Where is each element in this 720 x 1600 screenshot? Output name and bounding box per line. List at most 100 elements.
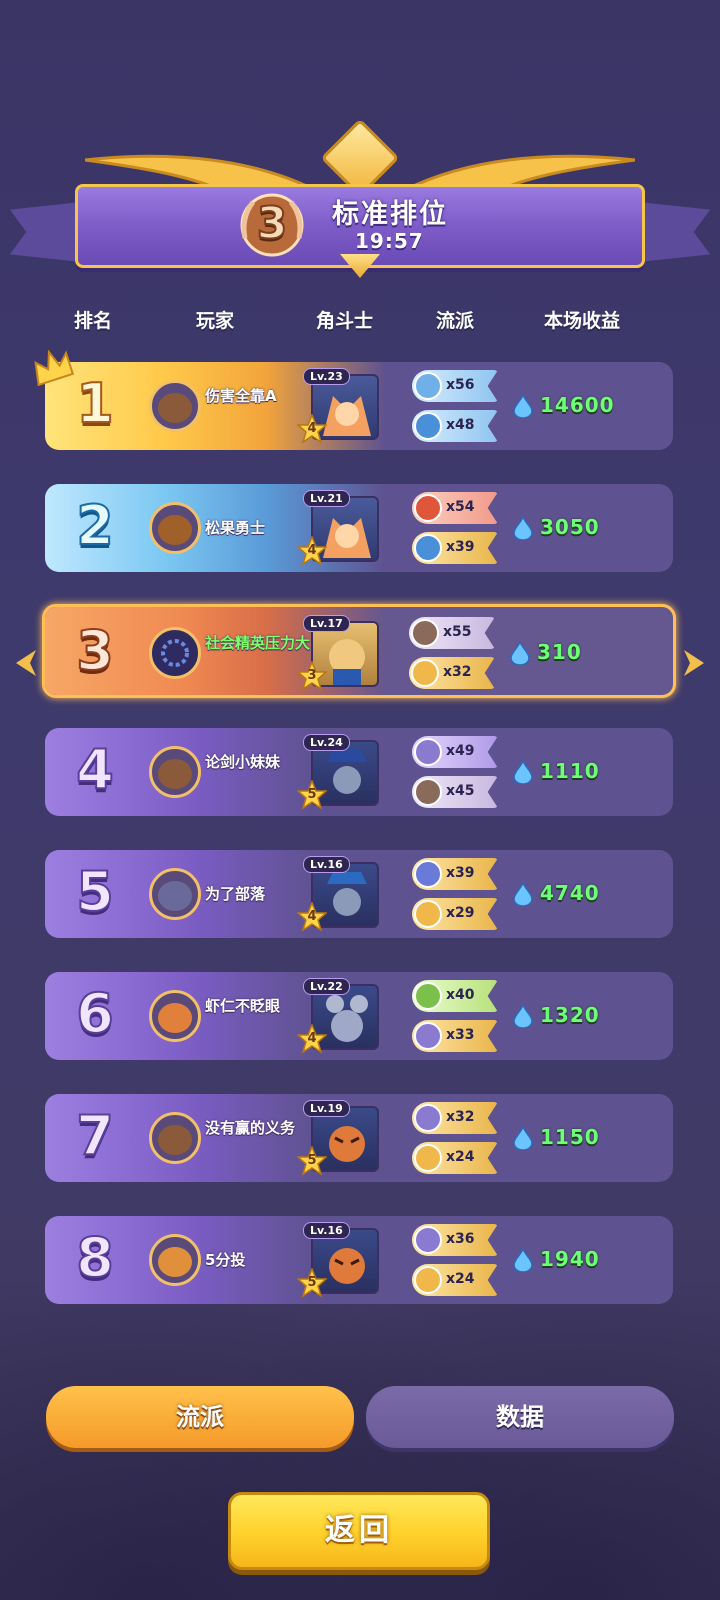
player-name: 社会精英压力大 — [205, 634, 311, 652]
banner-rank-number: 3 — [256, 197, 289, 250]
level-tag: Lv.16 — [303, 1222, 350, 1239]
heart-icon — [414, 1266, 442, 1294]
school-badge[interactable]: x45 — [412, 776, 498, 808]
star-rank-icon: 5 — [296, 1266, 328, 1298]
player-name: 为了部落 — [205, 885, 266, 903]
earnings-value: 1940 — [540, 1247, 600, 1271]
gladiator-card[interactable]: Lv.21 4 — [296, 490, 379, 568]
school-badge[interactable]: x33 — [412, 1020, 498, 1052]
school-count: x48 — [446, 417, 475, 433]
school-badge[interactable]: x55 — [409, 617, 495, 649]
rank-number: 4 — [75, 737, 115, 802]
header-player: 玩家 — [196, 310, 235, 332]
school-badge[interactable]: x32 — [409, 657, 495, 689]
ranking-row-self[interactable]: 3 社会精英压力大 Lv.17 3 x55 x32 310 — [42, 604, 676, 698]
school-badge[interactable]: x24 — [412, 1264, 498, 1296]
school-badge[interactable]: x36 — [412, 1224, 498, 1256]
header-rank: 排名 — [74, 310, 113, 332]
gladiator-card[interactable]: Lv.19 5 — [296, 1100, 379, 1178]
ranking-row[interactable]: 5 为了部落 Lv.16 4 x39 x29 4740 — [45, 850, 673, 938]
rank-number: 2 — [75, 493, 115, 558]
player-name: 论剑小妹妹 — [205, 753, 281, 771]
school-badge[interactable]: x40 — [412, 980, 498, 1012]
sword-icon — [414, 1104, 442, 1132]
gladiator-card[interactable]: Lv.16 5 — [296, 1222, 379, 1300]
school-badge[interactable]: x54 — [412, 492, 498, 524]
star-count: 4 — [307, 421, 317, 436]
gladiator-card[interactable]: Lv.23 4 — [296, 368, 379, 446]
ranking-row[interactable]: 7 没有赢的义务 Lv.19 5 x32 x24 1150 — [45, 1094, 673, 1182]
player-name: 没有赢的义务 — [205, 1119, 296, 1137]
back-button[interactable]: 返回 — [228, 1492, 490, 1570]
avatar[interactable] — [149, 1234, 201, 1286]
claw-icon — [414, 860, 442, 888]
star-rank-icon: 4 — [296, 1022, 328, 1054]
school-badge[interactable]: x39 — [412, 532, 498, 564]
gem-drop-icon — [513, 516, 533, 540]
avatar[interactable] — [149, 1112, 201, 1164]
heart-icon — [411, 659, 439, 687]
school-badge[interactable]: x49 — [412, 736, 498, 768]
school-badge[interactable]: x32 — [412, 1102, 498, 1134]
heart-icon — [414, 900, 442, 928]
gladiator-card[interactable]: Lv.24 5 — [296, 734, 379, 812]
rank-number: 6 — [75, 981, 115, 1046]
ranking-row[interactable]: 4 论剑小妹妹 Lv.24 5 x49 x45 1110 — [45, 728, 673, 816]
school-badge[interactable]: x24 — [412, 1142, 498, 1174]
crown-icon — [34, 350, 74, 386]
ranking-row[interactable]: 6 虾仁不眨眼 Lv.22 4 x40 x33 1320 — [45, 972, 673, 1060]
ranking-row[interactable]: 1 伤害全靠A Lv.23 4 x56 x48 14600 — [45, 362, 673, 450]
water-drop-icon — [414, 534, 442, 562]
tab-school[interactable]: 流派 — [46, 1386, 354, 1448]
earnings-value: 14600 — [540, 393, 615, 417]
sword-icon — [414, 738, 442, 766]
star-count: 5 — [307, 1153, 317, 1168]
header-school: 流派 — [436, 310, 475, 332]
earnings-value: 310 — [537, 640, 582, 664]
school-badge[interactable]: x56 — [412, 370, 498, 402]
avatar[interactable] — [149, 627, 201, 679]
heal-cross-icon — [414, 982, 442, 1010]
mode-title: 标准排位 — [332, 199, 448, 230]
school-badge[interactable]: x39 — [412, 858, 498, 890]
star-count: 3 — [307, 668, 317, 683]
avatar[interactable] — [149, 868, 201, 920]
rank-number: 7 — [75, 1103, 115, 1168]
avatar[interactable] — [149, 380, 201, 432]
player-name: 5分投 — [205, 1251, 246, 1269]
gem-drop-icon — [513, 882, 533, 906]
snowflake-icon — [414, 372, 442, 400]
star-rank-icon: 4 — [296, 534, 328, 566]
ranking-row[interactable]: 2 松果勇士 Lv.21 4 x54 x39 3050 — [45, 484, 673, 572]
school-count: x49 — [446, 743, 475, 759]
gem-drop-icon — [513, 760, 533, 784]
player-name: 松果勇士 — [205, 519, 266, 537]
school-badge[interactable]: x48 — [412, 410, 498, 442]
player-name: 虾仁不眨眼 — [205, 997, 281, 1015]
ranking-row[interactable]: 8 5分投 Lv.16 5 x36 x24 1940 — [45, 1216, 673, 1304]
star-count: 4 — [307, 543, 317, 558]
earnings-value: 1150 — [540, 1125, 600, 1149]
avatar[interactable] — [149, 990, 201, 1042]
gladiator-card[interactable]: Lv.22 4 — [296, 978, 379, 1056]
avatar[interactable] — [149, 502, 201, 554]
school-count: x24 — [446, 1271, 475, 1287]
earnings-value: 3050 — [540, 515, 600, 539]
gladiator-card[interactable]: Lv.17 3 — [296, 615, 379, 693]
star-rank-icon: 5 — [296, 778, 328, 810]
school-badge[interactable]: x29 — [412, 898, 498, 930]
star-rank-icon: 4 — [296, 412, 328, 444]
level-tag: Lv.21 — [303, 490, 350, 507]
avatar[interactable] — [149, 746, 201, 798]
player-name: 伤害全靠A — [205, 387, 277, 405]
star-count: 4 — [307, 1031, 317, 1046]
school-count: x40 — [446, 987, 475, 1003]
tab-data[interactable]: 数据 — [366, 1386, 674, 1448]
gladiator-card[interactable]: Lv.16 4 — [296, 856, 379, 934]
school-count: x45 — [446, 783, 475, 799]
rank-number: 5 — [75, 859, 115, 924]
rank-number: 3 — [75, 618, 115, 683]
school-count: x29 — [446, 905, 475, 921]
school-count: x56 — [446, 377, 475, 393]
gem-drop-icon — [513, 1126, 533, 1150]
